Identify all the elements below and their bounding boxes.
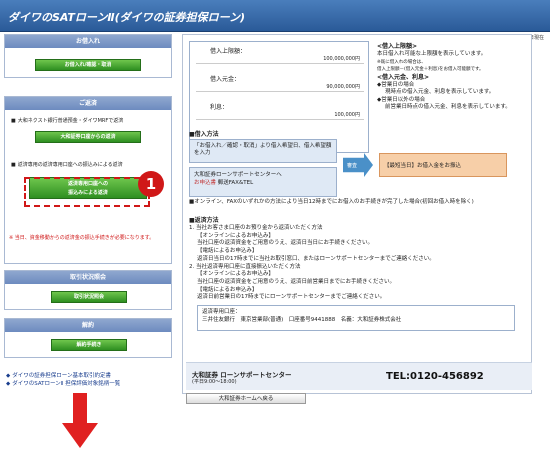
loan-notes: <借入上限額> 本日借入れ可能な上限額を表示しています。 ※既に借入れの場合は、…	[377, 43, 527, 112]
loan-principal-value: 90,000,000円	[326, 84, 360, 90]
loan-principal-row: 借入元金： 90,000,000円	[196, 74, 364, 92]
mail-fax-tel-label: 郵送FAX&TEL	[217, 180, 254, 186]
notes-limit-heading: <借入上限額>	[377, 43, 418, 50]
application-form-label: お申込書	[194, 180, 217, 186]
loan-principal-label: 借入元金：	[210, 76, 241, 83]
cancel-panel-header: 解約	[5, 319, 171, 332]
notes-limit-formula: 借入上限額－(借入元金＋利息)をお借入可能額です。	[377, 67, 484, 73]
collateral-list-link[interactable]: ダイワのSATローンⅡ 担保評価対象銘柄一覧	[6, 380, 120, 388]
bank-account-detail: 三井住友銀行 東京営業部(普通) 口座番号9441888 名義：大和証券株式会社	[202, 317, 402, 323]
daiwa-account-repay-button[interactable]: 大和証券口座からの返済	[35, 131, 141, 143]
repay-method-1-label: 大和ネクスト銀行普通預金・ダイワMRFで返済	[11, 117, 167, 124]
loan-interest-value: 100,000円	[334, 112, 360, 118]
status-panel-header: 取引状況照会	[5, 271, 171, 284]
main-content: 借入上限額： 100,000,000円 借入元金： 90,000,000円 利息…	[182, 34, 532, 394]
repay-method-2-online-text: 当社口座の返済資金をご用意のうえ、返済日前営業日までにお手続きください。	[197, 278, 396, 285]
status-panel: 取引状況照会 取引状況照会	[4, 270, 172, 310]
repay-panel-header: ご返済	[5, 97, 171, 110]
repay-bank-account-box: 返済専用口座： 三井住友銀行 東京営業部(普通) 口座番号9441888 名義：…	[197, 305, 515, 331]
repay-method-text: 1. 当社お客さま口座のお預り金から返済いただく方法 【オンラインによるお申込み…	[189, 225, 525, 302]
repay-method-2-online-heading: 【オンラインによるお申込み】	[197, 271, 274, 278]
notes-limit-text: 本日借入れ可能な上限額を表示しています。	[377, 51, 487, 58]
borrow-timing-note: ■オンライン、FAXのいずれかの方法により当日12時までにお借入のお手続きが完了…	[189, 199, 474, 205]
borrow-method-title: ■借入方法	[189, 131, 219, 138]
transaction-status-button[interactable]: 取引状況照会	[51, 291, 127, 303]
repay-method-2-phone-text: 返済日前営業日の17時までにローンサポートセンターまでご連絡ください。	[197, 294, 386, 301]
borrow-step-support: 大和証券ローンサポートセンターへ お申込書 郵送FAX&TEL	[189, 167, 337, 197]
loan-interest-label: 利息：	[210, 104, 229, 111]
loan-limit-label: 借入上限額：	[210, 48, 247, 55]
divider	[196, 91, 364, 92]
app-title-bar: ダイワのSATローンⅡ(ダイワの証券担保ローン)	[0, 0, 550, 32]
notes-business-day-text: 現時点の借入元金、利息を表示しています。	[385, 89, 495, 96]
support-center-bar: 大和証券 ローンサポートセンター (平日9:00〜18:00) TEL:0120…	[186, 362, 532, 390]
notes-non-business-day-text: 前営業日時点の借入元金、利息を表示しています。	[385, 104, 511, 111]
borrow-panel: お借入れ お借入れ/確認・取消	[4, 34, 172, 78]
repay-warning-text: ※ 当日、資金移動からの返済金の振込手続きが必要になります。	[9, 235, 155, 241]
notes-limit-subtext: ※既に借入れの場合は、	[377, 59, 426, 65]
divider	[196, 119, 364, 120]
agreement-link[interactable]: ダイワの証券担保ローン基本取引約定書	[6, 372, 120, 380]
repay-method-1-phone-text: 返済日当日の17時までに当社お取引窓口、またはローンサポートセンターまでご連絡く…	[197, 255, 435, 262]
repay-method-title: ■返済方法	[189, 217, 219, 224]
callout-number-badge: 1	[138, 171, 164, 197]
borrow-step-support-text: 大和証券ローンサポートセンターへ	[194, 172, 282, 178]
repay-method-1-heading: 1. 当社お客さま口座のお預り金から返済いただく方法	[189, 225, 323, 231]
support-center-hours: (平日9:00〜18:00)	[192, 379, 237, 385]
repay-method-1-phone-heading: 【電話によるお申込み】	[197, 248, 258, 255]
loan-interest-row: 利息： 100,000円	[196, 102, 364, 120]
repay-method-1-online-text: 当社口座の返済資金をご用意のうえ、返済日当日にお手続きください。	[197, 240, 374, 247]
footer-links: ダイワの証券担保ローン基本取引約定書 ダイワのSATローンⅡ 担保評価対象銘柄一…	[6, 372, 120, 388]
back-to-home-button[interactable]: 大和証券ホームへ戻る	[186, 393, 306, 404]
borrow-step-online: 「お借入れ／確認・取消」より借入希望日、借入希望額を入力	[189, 139, 337, 163]
loan-limit-row: 借入上限額： 100,000,000円	[196, 46, 364, 64]
notes-principal-heading: <借入元金、利息>	[377, 73, 430, 81]
repay-method-2-label: 返済専用の返済専用口座への振込みによる返済	[11, 161, 167, 168]
borrow-result-box: 【最短当日】お借入金をお振込	[379, 153, 507, 177]
bank-account-title: 返済専用口座：	[202, 309, 241, 315]
app-title: ダイワのSATローンⅡ(ダイワの証券担保ローン)	[8, 11, 246, 24]
divider	[196, 63, 364, 64]
highlight-frame	[24, 177, 150, 207]
support-center-phone: TEL:0120-456892	[386, 371, 484, 382]
borrow-panel-header: お借入れ	[5, 35, 171, 48]
review-arrow: 審査	[343, 153, 373, 177]
cancel-panel: 解約 解約手続き	[4, 318, 172, 358]
cancellation-button[interactable]: 解約手続き	[51, 339, 127, 351]
scroll-down-arrow-icon	[62, 393, 98, 448]
loan-limit-value: 100,000,000円	[323, 56, 360, 62]
borrow-confirm-cancel-button[interactable]: お借入れ/確認・取消	[35, 59, 141, 71]
review-arrow-label: 審査	[347, 163, 358, 169]
